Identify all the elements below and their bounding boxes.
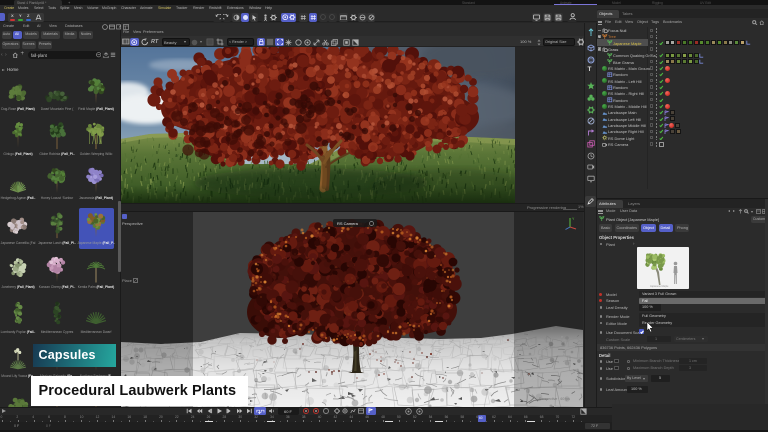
svg-text:Y: Y bbox=[572, 217, 575, 221]
svg-text:Japanese Maple: Japanese Maple bbox=[650, 285, 669, 288]
